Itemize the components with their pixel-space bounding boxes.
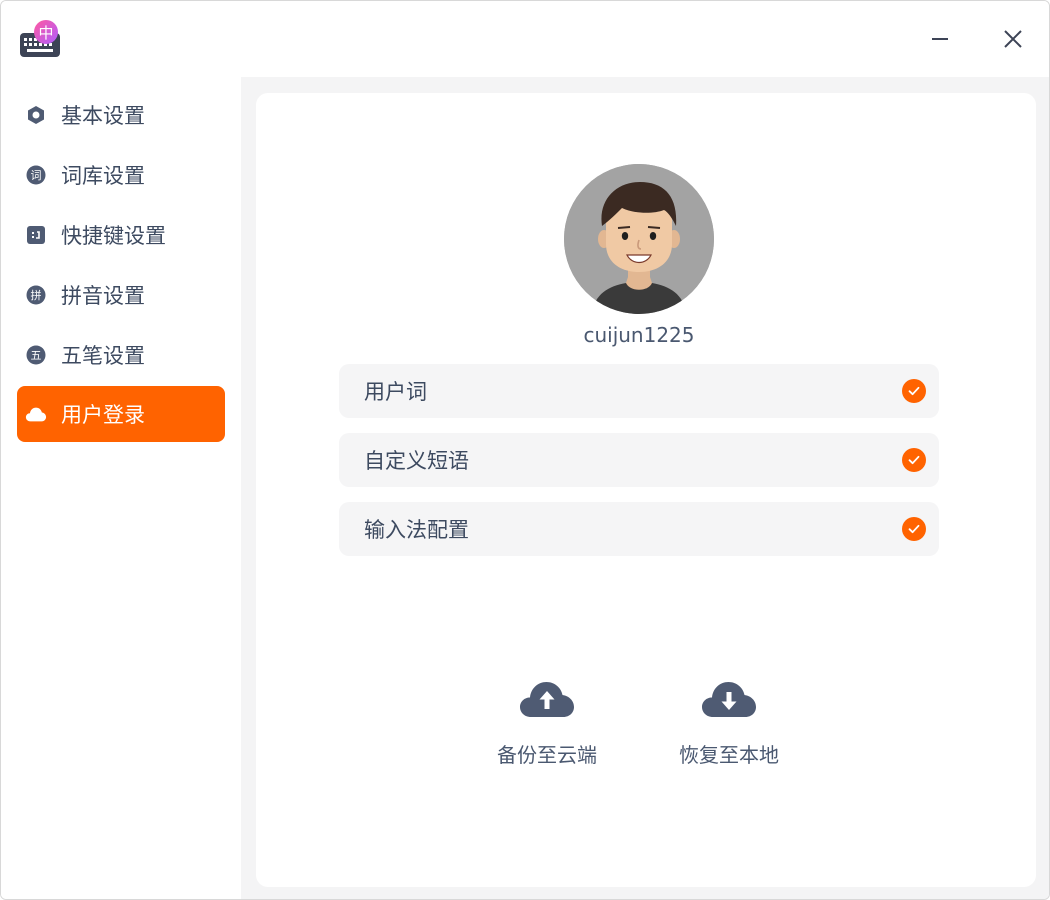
checkbox-checked-icon[interactable] [902, 379, 926, 403]
sidebar-item-shortcut-settings[interactable]: 快捷键设置 [17, 207, 225, 263]
sync-option-label: 自定义短语 [364, 449, 469, 473]
settings-window: 中 基本设置 词 词库设置 快捷键设置 拼 拼音设置 五 五笔设置 用户登录 c… [0, 0, 1050, 900]
sidebar-item-dictionary-settings[interactable]: 词 词库设置 [17, 147, 225, 203]
sidebar-item-label: 拼音设置 [61, 284, 145, 308]
sidebar-item-label: 用户登录 [61, 403, 145, 427]
pinyin-icon: 拼 [25, 284, 47, 306]
sidebar-item-label: 词库设置 [61, 164, 145, 188]
title-bar: 中 [1, 1, 1049, 77]
sidebar: 基本设置 词 词库设置 快捷键设置 拼 拼音设置 五 五笔设置 用户登录 [1, 77, 241, 899]
cloud-upload-icon [519, 679, 575, 721]
sidebar-item-wubi-settings[interactable]: 五 五笔设置 [17, 327, 225, 383]
hexagon-icon [25, 104, 47, 126]
username: cuijun1225 [583, 323, 695, 347]
cloud-download-icon [701, 679, 757, 721]
backup-to-cloud-button[interactable]: 备份至云端 [477, 679, 617, 789]
sync-option-label: 输入法配置 [364, 518, 469, 542]
checkbox-checked-icon[interactable] [902, 448, 926, 472]
sidebar-item-basic-settings[interactable]: 基本设置 [17, 87, 225, 143]
sync-option-user-words[interactable]: 用户词 [339, 364, 939, 418]
sidebar-item-label: 快捷键设置 [61, 224, 166, 248]
sync-option-custom-phrases[interactable]: 自定义短语 [339, 433, 939, 487]
pinyin-icon-text: 拼 [31, 288, 42, 302]
checkbox-checked-icon[interactable] [902, 517, 926, 541]
backup-label: 备份至云端 [497, 743, 597, 767]
dictionary-icon: 词 [25, 164, 47, 186]
avatar-icon [564, 164, 714, 314]
sync-option-ime-config[interactable]: 输入法配置 [339, 502, 939, 556]
cloud-icon [25, 403, 47, 425]
restore-to-local-button[interactable]: 恢复至本地 [659, 679, 799, 789]
wubi-icon: 五 [25, 344, 47, 366]
app-badge-text: 中 [38, 24, 53, 42]
wubi-icon-text: 五 [31, 349, 42, 362]
restore-label: 恢复至本地 [679, 743, 779, 767]
sidebar-item-pinyin-settings[interactable]: 拼 拼音设置 [17, 267, 225, 323]
shortcut-icon [25, 224, 47, 246]
minimize-icon [930, 29, 950, 53]
sync-option-label: 用户词 [364, 380, 427, 404]
dictionary-icon-text: 词 [31, 169, 42, 182]
sidebar-item-user-login[interactable]: 用户登录 [17, 386, 225, 442]
close-icon [1003, 29, 1023, 53]
sidebar-item-label: 五笔设置 [61, 344, 145, 368]
sidebar-item-label: 基本设置 [61, 104, 145, 128]
keyboard-ime-icon: 中 [19, 19, 61, 61]
close-button[interactable] [993, 21, 1033, 61]
minimize-button[interactable] [920, 21, 960, 61]
